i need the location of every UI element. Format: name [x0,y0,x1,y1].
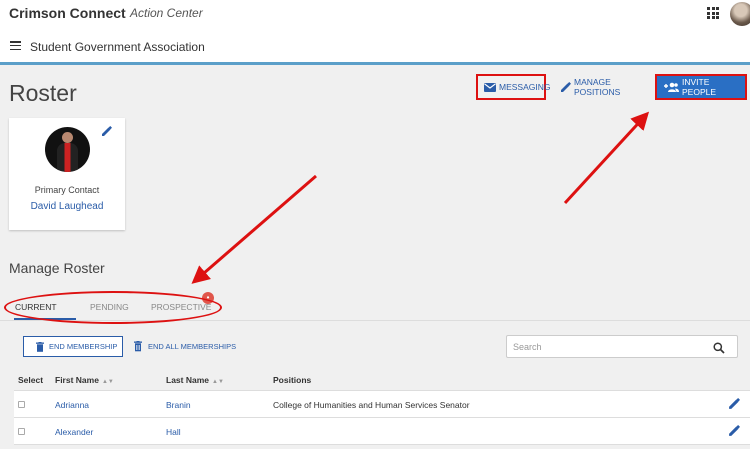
contact-photo [45,127,90,172]
end-membership-label: END MEMBERSHIP [49,342,118,351]
col-last-name-label: Last Name [166,375,209,385]
end-all-memberships-button[interactable]: END ALL MEMBERSHIPS [133,336,236,357]
row-checkbox[interactable] [18,428,25,435]
col-last-name[interactable]: Last Name ▲▼ [166,375,224,385]
top-bar: Crimson Connect Action Center [0,0,750,28]
roster-table: Select First Name ▲▼ Last Name ▲▼ Position… [14,368,750,445]
primary-contact-name[interactable]: David Laughead [9,201,125,212]
row-edit-pencil-icon[interactable] [728,424,741,439]
annotation-tabs-ellipse [4,291,222,324]
search-input[interactable] [513,340,703,354]
search-icon[interactable] [713,341,725,359]
roster-search [506,335,738,358]
manage-roster-title: Manage Roster [9,260,105,276]
col-positions: Positions [273,375,312,385]
primary-contact-card: Primary Contact David Laughead [9,118,125,230]
arrow-to-tabs [191,174,317,284]
row-last-name[interactable]: Branin [166,400,191,410]
add-person-icon [663,82,679,92]
row-first-name[interactable]: Alexander [55,427,93,437]
page-title: Roster [9,80,77,106]
app-subtitle: Action Center [130,6,203,20]
edit-contact-pencil-icon[interactable] [101,124,113,142]
primary-contact-label: Primary Contact [34,185,100,195]
table-row: Adrianna Branin College of Humanities an… [14,391,750,418]
arrow-to-invite [563,111,650,205]
end-membership-button[interactable]: END MEMBERSHIP [23,336,123,357]
trash-multiple-icon [133,341,143,352]
row-checkbox[interactable] [18,401,25,408]
manage-positions-label: MANAGE POSITIONS [574,77,621,97]
pencil-icon [560,81,571,93]
col-first-name[interactable]: First Name ▲▼ [55,375,114,385]
org-bar: Student Government Association [0,28,750,65]
row-edit-pencil-icon[interactable] [728,397,741,412]
org-name[interactable]: Student Government Association [30,40,205,54]
sort-icon: ▲▼ [101,379,114,385]
row-last-name[interactable]: Hall [166,427,181,437]
col-first-name-label: First Name [55,375,99,385]
row-first-name[interactable]: Adrianna [55,400,89,410]
invite-people-button[interactable]: INVITE PEOPLE [655,74,747,100]
user-avatar[interactable] [730,2,750,26]
row-position: College of Humanities and Human Services… [273,400,470,410]
app-name[interactable]: Crimson Connect [9,5,126,21]
manage-positions-button[interactable]: MANAGE POSITIONS [560,74,652,100]
col-select: Select [18,375,44,385]
table-header: Select First Name ▲▼ Last Name ▲▼ Position… [14,368,750,391]
invite-people-label: INVITE PEOPLE [682,77,717,97]
sort-icon: ▲▼ [212,379,224,385]
messaging-button[interactable]: MESSAGING [476,74,550,100]
messaging-label: MESSAGING [499,82,551,92]
table-row: Alexander Hall [14,418,750,445]
apps-grid-icon[interactable] [707,7,719,19]
envelope-icon [484,82,496,92]
trash-icon [36,341,44,352]
end-all-memberships-label: END ALL MEMBERSHIPS [148,342,237,351]
hamburger-menu-icon[interactable] [10,41,21,51]
